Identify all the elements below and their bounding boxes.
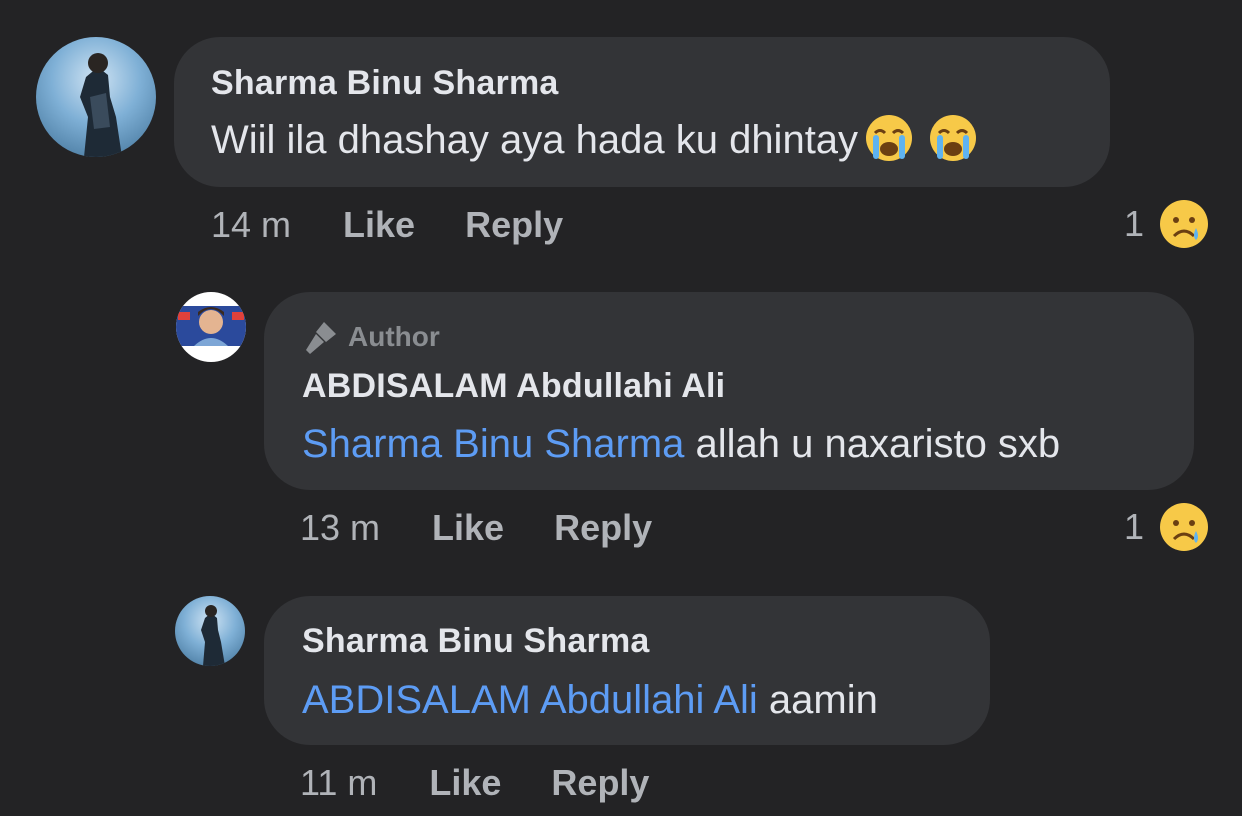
comment-actions: 11 m Like Reply <box>300 762 649 804</box>
reaction-summary[interactable]: 1 <box>1124 198 1210 250</box>
mention-link[interactable]: Sharma Binu Sharma <box>302 422 684 466</box>
comment-author[interactable]: ABDISALAM Abdullahi Ali <box>302 367 725 406</box>
like-button[interactable]: Like <box>429 762 501 804</box>
comment-text-body: Wiil ila dhashay aya hada ku dhintay <box>211 118 859 162</box>
comment-text: ABDISALAM Abdullahi Ali aamin <box>302 678 878 723</box>
comment-text: Wiil ila dhashay aya hada ku dhintay <box>211 115 980 163</box>
comment-bubble <box>174 37 1110 187</box>
comment-author[interactable]: Sharma Binu Sharma <box>211 64 559 103</box>
sad-tear-face-icon <box>1160 200 1209 248</box>
reply-button[interactable]: Reply <box>465 204 563 246</box>
comment-timestamp[interactable]: 13 m <box>300 507 380 549</box>
comment-text-body: aamin <box>757 678 878 722</box>
comment-author[interactable]: Sharma Binu Sharma <box>302 622 650 661</box>
avatar[interactable] <box>175 596 245 666</box>
person-photo-icon <box>201 605 225 666</box>
mention-link[interactable]: ABDISALAM Abdullahi Ali <box>302 678 758 722</box>
avatar[interactable] <box>176 292 246 362</box>
comment-timestamp[interactable]: 14 m <box>211 204 291 246</box>
comment-actions: 13 m Like Reply <box>300 507 652 549</box>
comment-timestamp[interactable]: 11 m <box>300 762 377 804</box>
reply-button[interactable]: Reply <box>554 507 652 549</box>
microphone-icon <box>306 322 336 354</box>
loudly-crying-face-icon <box>930 115 977 162</box>
reaction-count: 1 <box>1124 506 1145 547</box>
loudly-crying-face-icon <box>866 115 913 162</box>
author-badge-label: Author <box>348 321 440 352</box>
reaction-count: 1 <box>1124 203 1145 244</box>
person-photo-icon <box>176 306 246 346</box>
comment-actions: 14 m Like Reply <box>211 204 563 246</box>
sad-tear-face-icon <box>1160 503 1209 551</box>
reaction-summary[interactable]: 1 <box>1124 501 1210 553</box>
avatar[interactable] <box>36 37 156 157</box>
reply-button[interactable]: Reply <box>551 762 649 804</box>
comment-text: Sharma Binu Sharma allah u naxaristo sxb <box>302 422 1060 467</box>
like-button[interactable]: Like <box>343 204 415 246</box>
like-button[interactable]: Like <box>432 507 504 549</box>
person-photo-icon <box>80 53 122 157</box>
comment-text-body: allah u naxaristo sxb <box>684 422 1061 466</box>
author-badge: Author <box>302 318 440 356</box>
